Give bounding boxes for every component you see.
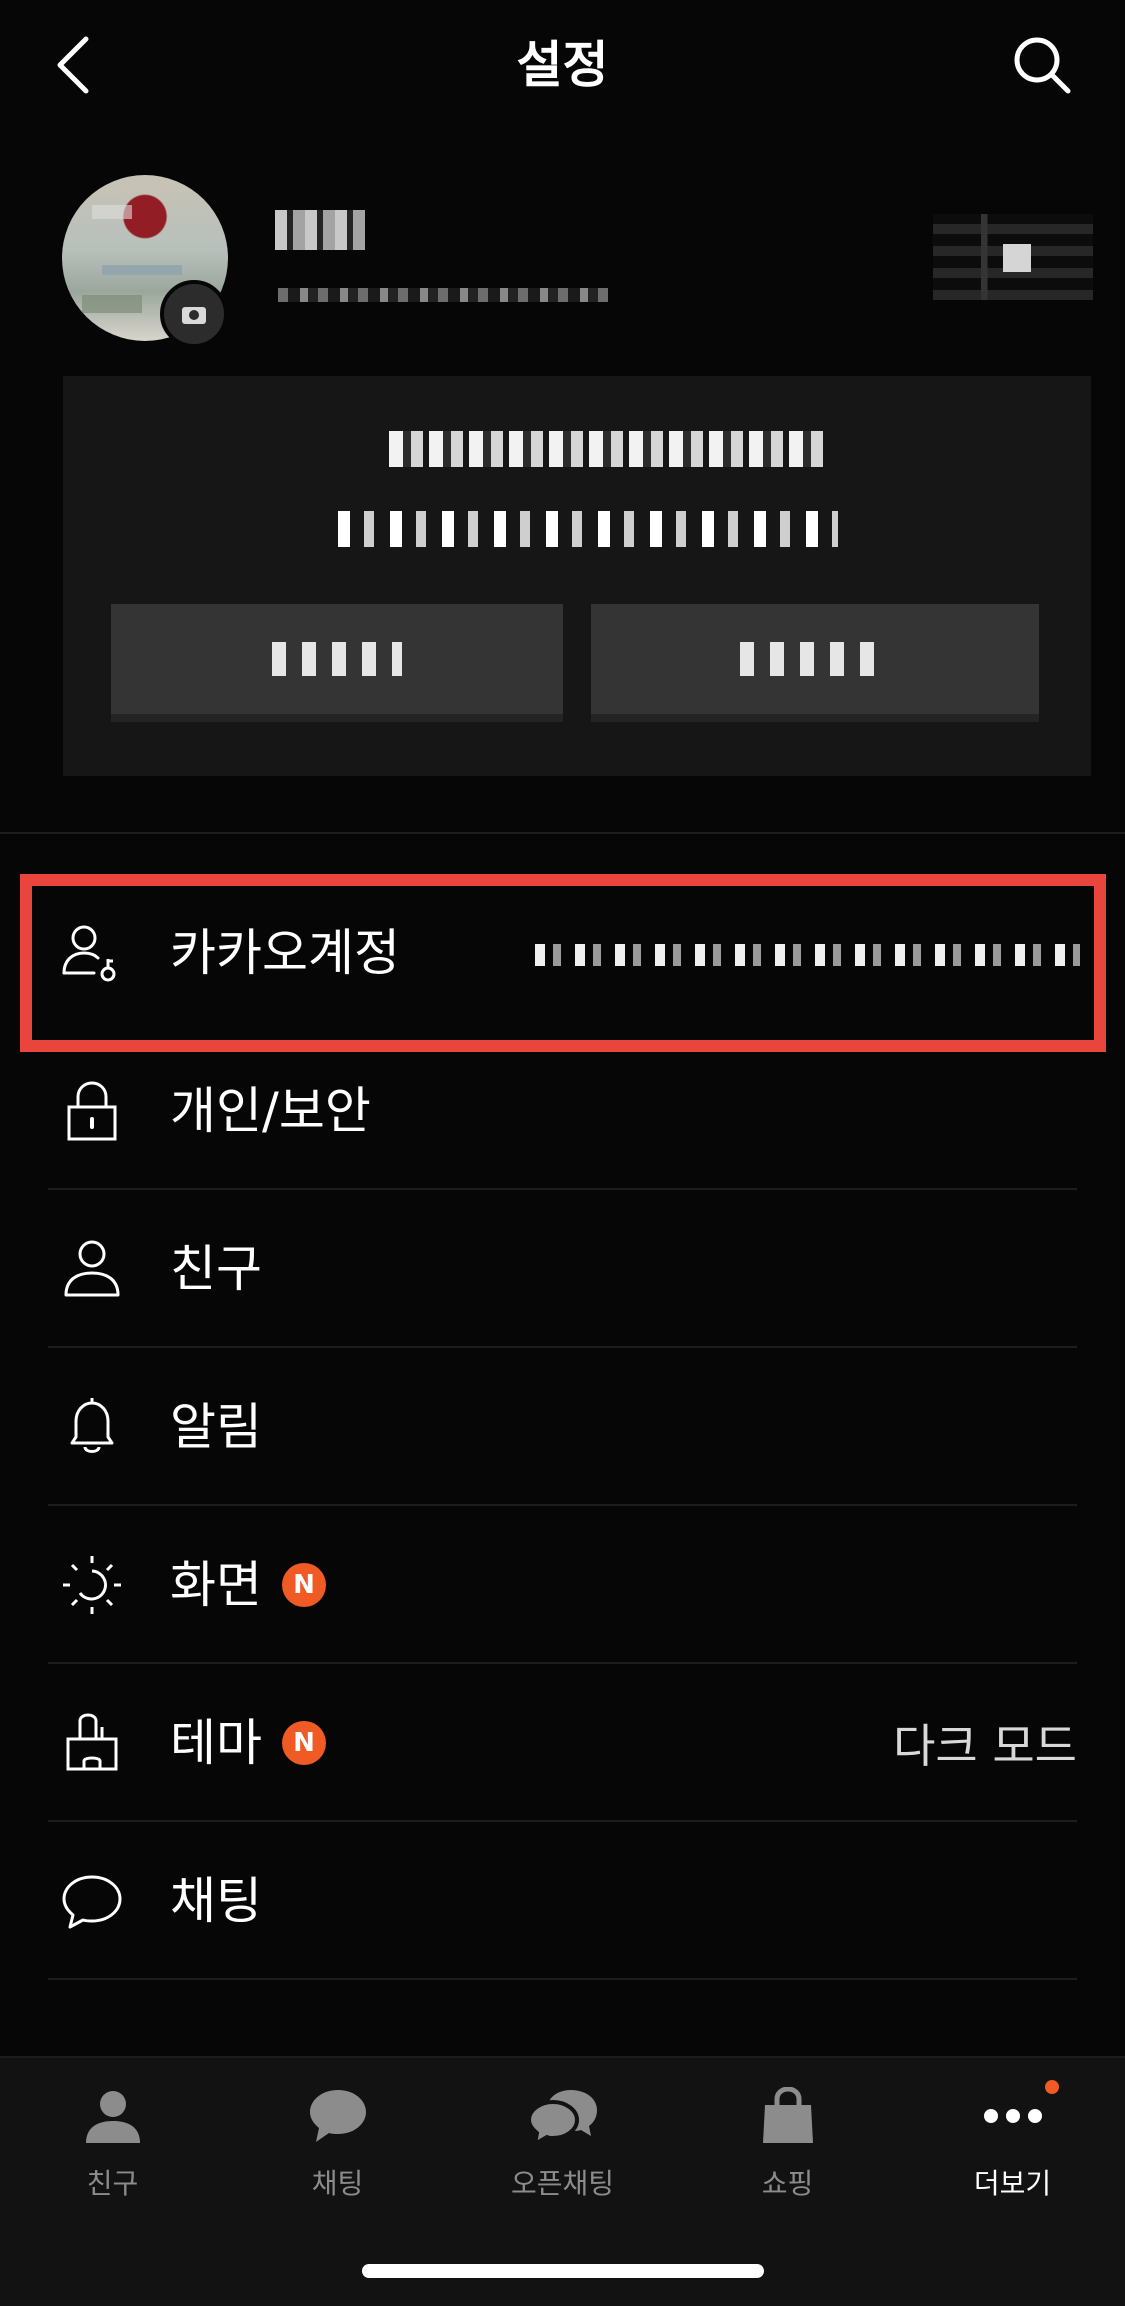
promo-button-right[interactable] [591, 604, 1039, 722]
settings-item-label: 친구 [170, 1240, 262, 1298]
settings-item-label: 개인/보안 [170, 1082, 371, 1140]
settings-item-notifications[interactable]: 알림 [0, 1348, 1125, 1506]
tab-label: 쇼핑 [761, 2167, 814, 2200]
settings-item-label: 테마 N [170, 1713, 326, 1773]
settings-item-label: 카카오계정 [170, 924, 400, 982]
camera-icon [182, 307, 206, 324]
tab-more[interactable]: 더보기 [900, 2076, 1125, 2226]
shopping-bag-icon [748, 2076, 828, 2156]
search-button[interactable] [1007, 30, 1077, 100]
display-icon [56, 1549, 128, 1621]
settings-item-label: 채팅 [170, 1872, 262, 1930]
tab-label: 채팅 [311, 2167, 364, 2200]
header: 설정 [0, 0, 1125, 130]
tab-chat[interactable]: 채팅 [225, 2076, 450, 2226]
settings-item-theme[interactable]: 테마 N 다크 모드 [0, 1664, 1125, 1822]
friends-icon [73, 2076, 153, 2156]
tab-label: 더보기 [973, 2167, 1052, 2200]
page-title: 설정 [516, 36, 609, 94]
profile-email-redacted [278, 288, 608, 302]
settings-list: 카카오계정 개인/보안 친구 알림 화면 N 테마 N 다크 모드 채팅 [0, 874, 1125, 1980]
new-badge: N [282, 1563, 326, 1607]
open-chat-icon [523, 2076, 603, 2156]
settings-item-label: 화면 N [170, 1555, 326, 1615]
tab-label: 오픈채팅 [510, 2167, 615, 2200]
bell-icon [56, 1391, 128, 1463]
section-divider [0, 832, 1125, 834]
promo-button-left[interactable] [111, 604, 563, 722]
person-icon [56, 1233, 128, 1305]
search-icon [1014, 37, 1071, 94]
profile-section[interactable] [0, 170, 1125, 370]
chat-icon [298, 2076, 378, 2156]
settings-item-label-text: 테마 [170, 1714, 262, 1772]
home-indicator [362, 2264, 764, 2278]
promo-button-left-label-redacted [272, 642, 402, 676]
new-badge: N [282, 1721, 326, 1765]
lock-icon [56, 1075, 128, 1147]
profile-name-redacted [275, 210, 365, 250]
settings-item-chat[interactable]: 채팅 [0, 1822, 1125, 1980]
theme-value: 다크 모드 [893, 1719, 1077, 1773]
promo-text-redacted [389, 431, 829, 467]
notification-dot [1045, 2080, 1059, 2094]
promo-button-right-label-redacted [740, 642, 890, 676]
tab-friends[interactable]: 친구 [0, 2076, 225, 2226]
settings-item-kakao-account[interactable]: 카카오계정 [0, 874, 1125, 1032]
account-email-redacted [535, 944, 1080, 966]
chat-bubble-icon [56, 1865, 128, 1937]
settings-item-privacy-security[interactable]: 개인/보안 [0, 1032, 1125, 1190]
tab-shopping[interactable]: 쇼핑 [675, 2076, 900, 2226]
settings-item-display[interactable]: 화면 N [0, 1506, 1125, 1664]
tab-label: 친구 [86, 2167, 139, 2200]
profile-qr-redacted[interactable] [933, 214, 1093, 300]
tab-open-chat[interactable]: 오픈채팅 [450, 2076, 675, 2226]
settings-item-friends[interactable]: 친구 [0, 1190, 1125, 1348]
settings-item-label: 알림 [170, 1398, 262, 1456]
promo-card [63, 376, 1091, 776]
more-icon [973, 2076, 1053, 2156]
account-icon [56, 917, 128, 989]
theme-brush-icon [56, 1707, 128, 1779]
camera-badge[interactable] [160, 280, 228, 348]
row-divider [48, 1978, 1077, 1980]
promo-subtext-redacted [338, 511, 838, 547]
settings-item-label-text: 화면 [170, 1556, 262, 1614]
